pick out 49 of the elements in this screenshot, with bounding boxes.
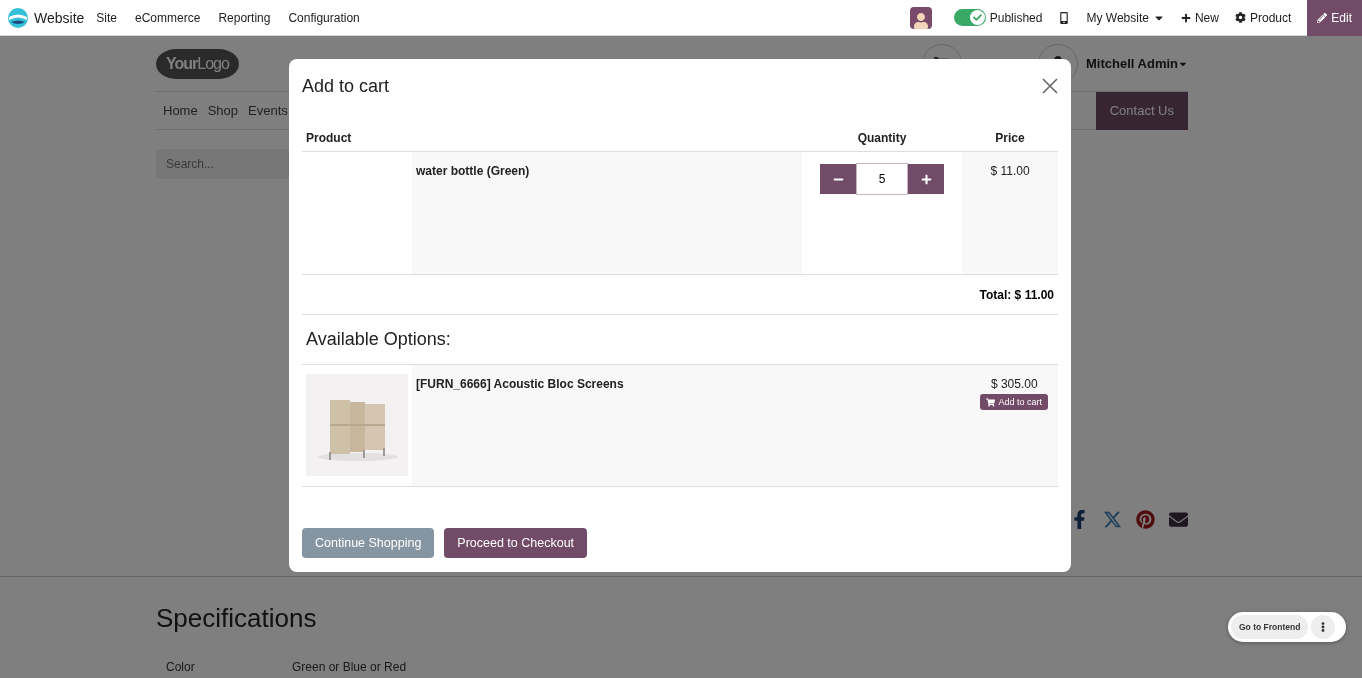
menu-item[interactable]: eCommerce [135, 10, 201, 25]
column-header: Price [994, 130, 1026, 147]
pencil-icon [1317, 12, 1328, 23]
option-name: [FURN_6666] Acoustic Bloc Screens [416, 377, 624, 393]
check-icon [972, 13, 982, 22]
options-title: Available Options: [306, 329, 451, 350]
column-header: Quantity [856, 130, 908, 147]
spec-value: Green or Blue or Red [292, 660, 407, 674]
spec-label: Color [166, 660, 196, 674]
menu-item[interactable]: Configuration [288, 10, 360, 25]
contact-button[interactable]: Contact Us [1095, 91, 1188, 130]
site-logo[interactable]: YourLogo [156, 48, 239, 79]
mobile-icon[interactable] [1058, 11, 1071, 24]
specifications-title: Specifications [156, 603, 318, 634]
quantity-field[interactable]: 5 [856, 163, 908, 195]
total-text: Total: $ 11.00 [979, 287, 1054, 302]
envelope-icon[interactable] [1169, 510, 1188, 529]
nav-link[interactable]: Events [241, 103, 291, 118]
add-to-cart-button[interactable]: Add to cart [980, 394, 1048, 410]
new-button[interactable]: New [1180, 10, 1219, 25]
gear-icon [1234, 12, 1246, 23]
menu-item[interactable]: Site [96, 10, 117, 25]
dialog-title: Add to cart [302, 75, 390, 97]
pinterest-icon[interactable] [1136, 510, 1155, 529]
frontend-button[interactable]: Go to Frontend [1231, 615, 1309, 639]
user-menu[interactable]: Mitchell Admin [1086, 56, 1188, 71]
nav-link[interactable]: Shop [200, 103, 242, 118]
cart-icon [986, 397, 996, 407]
published-toggle[interactable]: Published [953, 9, 1043, 26]
x-icon[interactable] [1103, 510, 1122, 529]
edit-button[interactable]: Edit [1307, 0, 1362, 36]
option-price: $ 305.00 [990, 377, 1038, 391]
decrease-button[interactable] [820, 164, 856, 194]
product-price: $ 11.00 [990, 164, 1030, 178]
nav-link[interactable]: Home [156, 103, 201, 118]
close-button[interactable] [1042, 78, 1058, 94]
website-dropdown[interactable]: My Website [1086, 10, 1165, 25]
avatar-icon[interactable] [909, 6, 932, 29]
menu-item[interactable]: Reporting [218, 10, 271, 25]
checkout-button[interactable]: Proceed to Checkout [444, 528, 588, 558]
product-name: water bottle (Green) [416, 164, 530, 178]
more-button[interactable] [1311, 615, 1336, 639]
column-header: Product [305, 130, 353, 147]
app-logo-icon[interactable] [8, 7, 28, 28]
increase-button[interactable] [908, 164, 944, 194]
product-button[interactable]: Product [1234, 10, 1292, 25]
app-name: Website [34, 9, 85, 26]
plus-icon [920, 173, 932, 185]
plus-icon [1180, 12, 1191, 23]
